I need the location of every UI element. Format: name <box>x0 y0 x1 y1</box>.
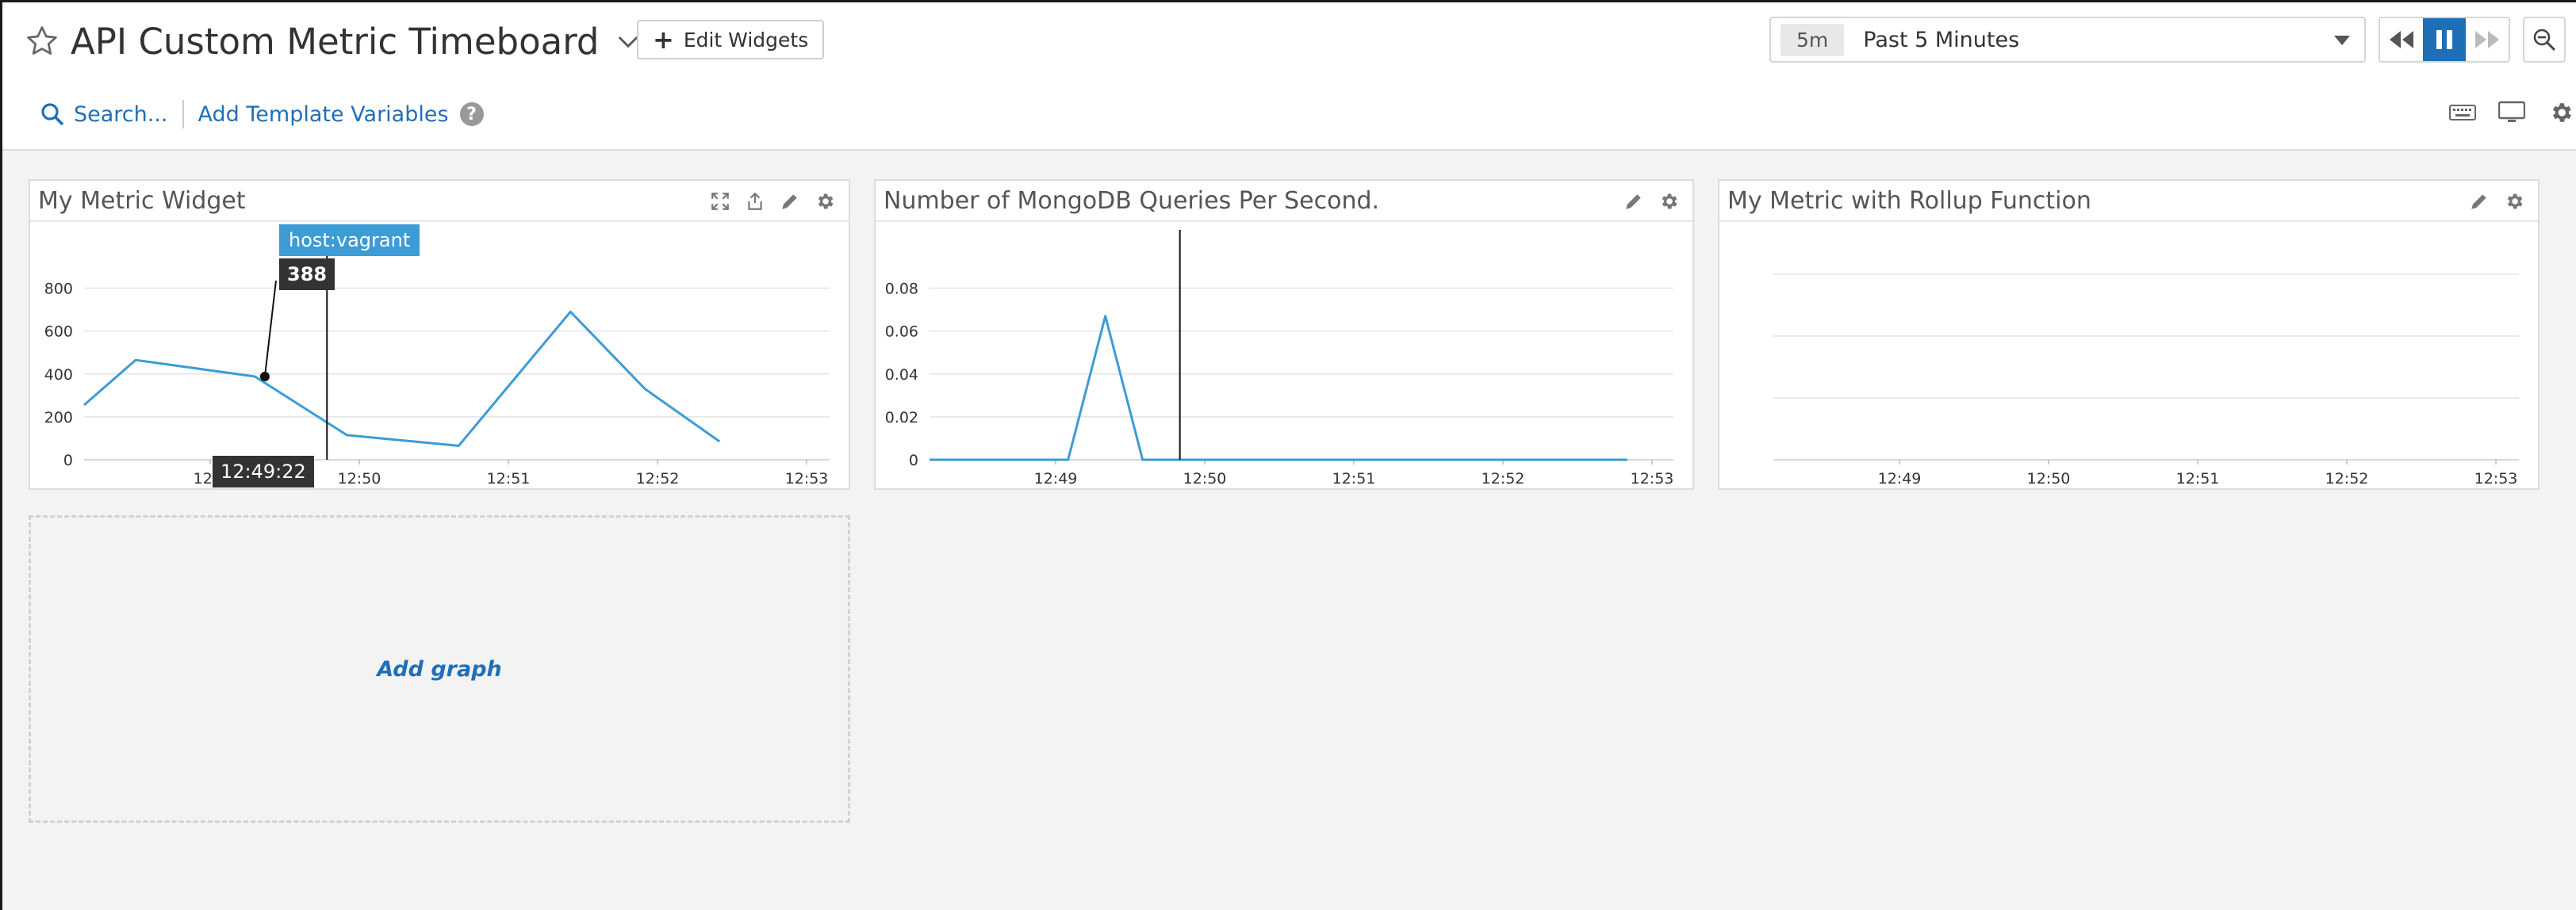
y-tick-label: 0.04 <box>885 366 918 384</box>
widget-toolbar <box>703 187 842 216</box>
search-button[interactable]: Search... <box>40 102 168 127</box>
page-title: API Custom Metric Timeboard <box>71 20 600 63</box>
edit-button[interactable] <box>772 187 807 216</box>
x-tick-label: 12:50 <box>2027 470 2071 488</box>
edit-button[interactable] <box>1616 187 1651 216</box>
x-tick-label: 12:53 <box>785 470 829 488</box>
caret-down-icon <box>2334 36 2350 45</box>
y-tick-label: 200 <box>44 409 73 426</box>
x-tick-label: 12:51 <box>2176 470 2220 488</box>
rewind-button[interactable] <box>2380 18 2423 61</box>
zoom-out-icon <box>2533 29 2556 52</box>
x-tick-label: 12:51 <box>487 470 531 488</box>
keyboard-button[interactable] <box>2448 98 2478 128</box>
widget-title: My Metric Widget <box>38 187 246 215</box>
y-tick-label: 0 <box>909 452 918 469</box>
star-icon[interactable] <box>25 24 59 59</box>
edit-widgets-label: Edit Widgets <box>683 28 809 52</box>
settings-button[interactable] <box>2546 98 2576 128</box>
x-tick-label: 12:51 <box>1332 470 1376 488</box>
expand-icon <box>711 193 729 210</box>
time-range-select[interactable]: 5m Past 5 Minutes <box>1769 17 2366 63</box>
x-tick-label: 12:52 <box>636 470 680 488</box>
title-row: API Custom Metric Timeboard <box>25 13 640 69</box>
widget-settings-button[interactable] <box>1651 187 1686 216</box>
add-graph-label: Add graph <box>377 656 502 682</box>
time-range-label: Past 5 Minutes <box>1863 27 2020 52</box>
search-icon <box>41 103 64 126</box>
y-tick-label: 0.06 <box>885 323 918 341</box>
widget-settings-button[interactable] <box>807 187 842 216</box>
plus-icon: + <box>653 25 674 55</box>
widget-toolbar <box>1616 187 1686 216</box>
x-tick-label: 12:53 <box>1631 470 1674 488</box>
gear-icon <box>2552 103 2571 122</box>
add-template-variables-link[interactable]: Add Template Variables <box>198 102 449 127</box>
tooltip-host-label: host:vagrant <box>279 224 420 256</box>
x-tick-label: 12:52 <box>2325 470 2369 488</box>
tv-mode-button[interactable] <box>2497 98 2527 128</box>
edit-button[interactable] <box>2462 187 2497 216</box>
edit-widgets-button[interactable]: + Edit Widgets <box>637 20 825 59</box>
add-graph-placeholder[interactable]: Add graph <box>29 515 850 823</box>
series-line <box>930 315 1627 461</box>
widget-title: My Metric with Rollup Function <box>1727 187 2091 215</box>
playback-controls <box>2379 17 2510 63</box>
gear-icon <box>2507 193 2523 209</box>
x-tick-label: 12:52 <box>1482 470 1525 488</box>
chart-my-metric[interactable]: 020040060080012:4 12:50 12:51 12:52 12:53 <box>30 222 849 488</box>
search-row: Search... Add Template Variables ? <box>40 94 484 134</box>
export-button[interactable] <box>738 187 772 216</box>
widget-mongodb-queries: Number of MongoDB Queries Per Second. 00… <box>874 179 1694 490</box>
x-tick-label: 12:49 <box>1878 470 1922 488</box>
tooltip-leader-line <box>263 280 277 377</box>
time-range-badge: 5m <box>1781 23 1845 56</box>
widget-settings-button[interactable] <box>2497 187 2532 216</box>
pause-button[interactable] <box>2423 18 2466 61</box>
pencil-icon <box>782 194 797 209</box>
zoom-out-button[interactable] <box>2523 17 2566 63</box>
y-tick-label: 400 <box>44 366 73 384</box>
widget-toolbar <box>2462 187 2532 216</box>
search-label: Search... <box>74 101 168 127</box>
widget-my-metric: My Metric Widget 0 200 400 600 800 12:4 12:50 1… <box>29 179 850 490</box>
y-tick-label: 600 <box>44 323 73 341</box>
fast-forward-button[interactable] <box>2466 18 2509 61</box>
expand-button[interactable] <box>703 187 738 216</box>
tooltip-time: 12:49:22 <box>213 456 314 488</box>
widget-rollup: My Metric with Rollup Function 12:49 12:5… <box>1718 179 2540 490</box>
divider <box>182 100 184 128</box>
x-tick-label: 12:50 <box>1183 470 1227 488</box>
gear-icon <box>818 193 834 209</box>
y-tick-label: 0 <box>63 452 73 469</box>
x-tick-label: 12:53 <box>2474 470 2518 488</box>
hover-point <box>259 372 270 382</box>
rewind-icon <box>2390 31 2413 48</box>
pencil-icon <box>1626 194 1641 209</box>
export-icon <box>748 192 762 210</box>
monitor-icon <box>2498 101 2525 122</box>
chart-rollup[interactable]: 12:49 12:50 12:51 12:52 12:53 <box>1719 222 2538 488</box>
pencil-icon <box>2471 194 2486 209</box>
chart-mongodb-queries[interactable]: 0 0.02 0.04 0.06 0.08 12:49 12:50 12:51 12:52 12:… <box>876 222 1692 488</box>
x-tick-label: 12:49 <box>1034 470 1078 488</box>
gear-icon <box>1662 193 1677 209</box>
dashboard-header: API Custom Metric Timeboard + Edit Widge… <box>2 2 2576 151</box>
widget-title: Number of MongoDB Queries Per Second. <box>884 187 1380 215</box>
help-icon[interactable]: ? <box>459 102 484 126</box>
header-tools <box>2428 98 2576 128</box>
fast-forward-icon <box>2475 31 2499 48</box>
series-line <box>83 310 721 447</box>
tooltip-value: 388 <box>279 258 335 290</box>
y-tick-label: 0.08 <box>885 281 918 298</box>
y-tick-label: 0.02 <box>885 409 918 426</box>
pause-icon <box>2436 30 2452 49</box>
keyboard-icon <box>2449 105 2476 120</box>
y-tick-label: 800 <box>44 281 73 298</box>
x-tick-label: 12:50 <box>338 470 381 488</box>
